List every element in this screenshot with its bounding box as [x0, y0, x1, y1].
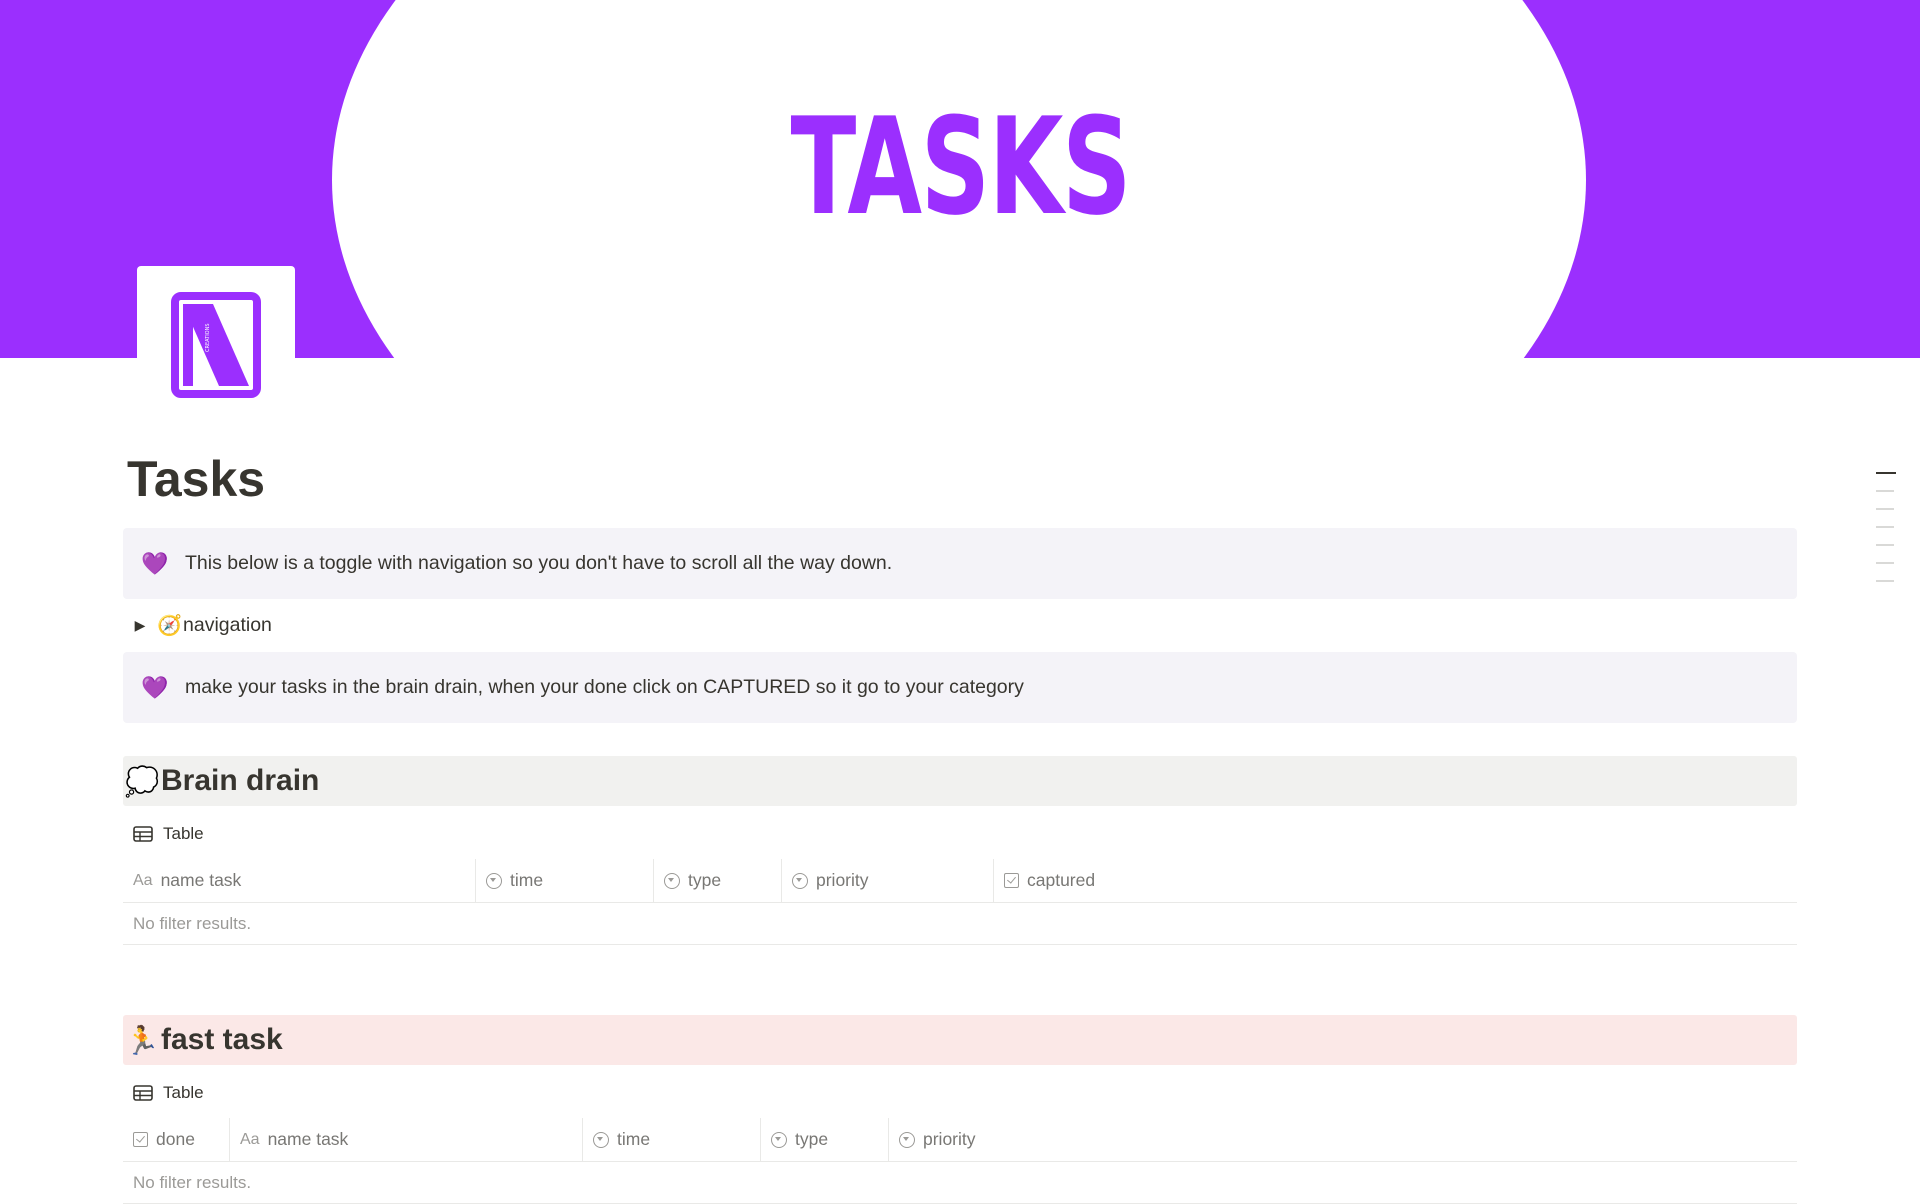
toc-line[interactable]	[1876, 562, 1894, 564]
page-title[interactable]: Tasks	[127, 452, 265, 507]
empty-results-text: No filter results.	[123, 903, 1797, 945]
toc-line[interactable]	[1876, 544, 1894, 546]
logo-text: CREATIONS	[205, 323, 211, 352]
select-icon	[771, 1131, 787, 1148]
table-header-row: Aa name task time type priority captured	[123, 859, 1797, 903]
logo-icon: CREATIONS	[171, 292, 261, 398]
table-icon	[133, 826, 153, 842]
callout-text: This below is a toggle with navigation s…	[185, 552, 893, 574]
column-label: captured	[1027, 870, 1096, 890]
running-person-icon: 🏃	[124, 1024, 160, 1056]
column-label: time	[617, 1129, 651, 1149]
column-header-name-task[interactable]: Aa name task	[230, 1118, 583, 1161]
toc-line[interactable]	[1876, 580, 1894, 582]
column-label: priority	[816, 870, 869, 890]
checkbox-icon	[1004, 873, 1019, 888]
column-label: name task	[267, 1129, 349, 1149]
column-label: time	[510, 870, 544, 890]
column-header-time[interactable]: time	[583, 1118, 761, 1161]
purple-heart-icon[interactable]: 💜	[141, 551, 169, 577]
column-label: type	[795, 1129, 829, 1149]
fast-task-table: done Aa name task time type priority No …	[123, 1118, 1797, 1204]
toggle-label: navigation	[183, 613, 272, 636]
section-title: Brain drain	[161, 764, 320, 797]
select-icon	[593, 1131, 609, 1148]
section-header-brain-drain[interactable]: 💭 Brain drain	[123, 756, 1797, 806]
column-header-type[interactable]: type	[654, 859, 782, 902]
toc-line[interactable]	[1876, 472, 1896, 474]
purple-heart-icon[interactable]: 💜	[141, 675, 169, 701]
column-header-done[interactable]: done	[123, 1118, 230, 1161]
navigation-toggle[interactable]: ▶ 🧭 navigation	[123, 608, 272, 642]
view-tab-label: Table	[163, 824, 204, 843]
toc-line[interactable]	[1876, 490, 1894, 492]
callout-text: make your tasks in the brain drain, when…	[185, 676, 1024, 698]
column-header-priority[interactable]: priority	[782, 859, 994, 902]
toc-line[interactable]	[1876, 526, 1894, 528]
text-property-icon: Aa	[240, 1130, 260, 1148]
table-header-row: done Aa name task time type priority	[123, 1118, 1797, 1162]
callout-toggle-info[interactable]: 💜 This below is a toggle with navigation…	[123, 528, 1797, 599]
toggle-triangle-icon[interactable]: ▶	[123, 617, 157, 634]
view-tab-table[interactable]: Table	[133, 1078, 204, 1108]
column-label: type	[688, 870, 722, 890]
empty-results-text: No filter results.	[123, 1162, 1797, 1204]
toc-line[interactable]	[1876, 508, 1894, 510]
table-of-contents-rail[interactable]	[1876, 472, 1896, 598]
callout-instructions[interactable]: 💜 make your tasks in the brain drain, wh…	[123, 652, 1797, 723]
select-icon	[664, 872, 680, 889]
column-label: done	[156, 1129, 195, 1149]
cover-title: TASKS	[790, 89, 1132, 245]
table-icon	[133, 1085, 153, 1101]
compass-icon: 🧭	[157, 614, 182, 637]
select-icon	[486, 872, 502, 889]
view-tab-label: Table	[163, 1083, 204, 1102]
select-icon	[792, 872, 808, 889]
column-label: name task	[160, 870, 242, 890]
text-property-icon: Aa	[133, 871, 153, 889]
select-icon	[899, 1131, 915, 1148]
checkbox-icon	[133, 1132, 148, 1147]
column-header-priority[interactable]: priority	[889, 1118, 1797, 1161]
view-tab-table[interactable]: Table	[133, 819, 204, 849]
column-header-type[interactable]: type	[761, 1118, 889, 1161]
page-icon[interactable]: CREATIONS	[137, 266, 295, 424]
brain-drain-table: Aa name task time type priority captured…	[123, 859, 1797, 945]
column-label: priority	[923, 1129, 976, 1149]
section-header-fast-task[interactable]: 🏃 fast task	[123, 1015, 1797, 1065]
column-header-name-task[interactable]: Aa name task	[123, 859, 476, 902]
column-header-captured[interactable]: captured	[994, 859, 1797, 902]
column-header-time[interactable]: time	[476, 859, 654, 902]
section-title: fast task	[161, 1023, 283, 1056]
thought-balloon-icon: 💭	[124, 765, 160, 797]
